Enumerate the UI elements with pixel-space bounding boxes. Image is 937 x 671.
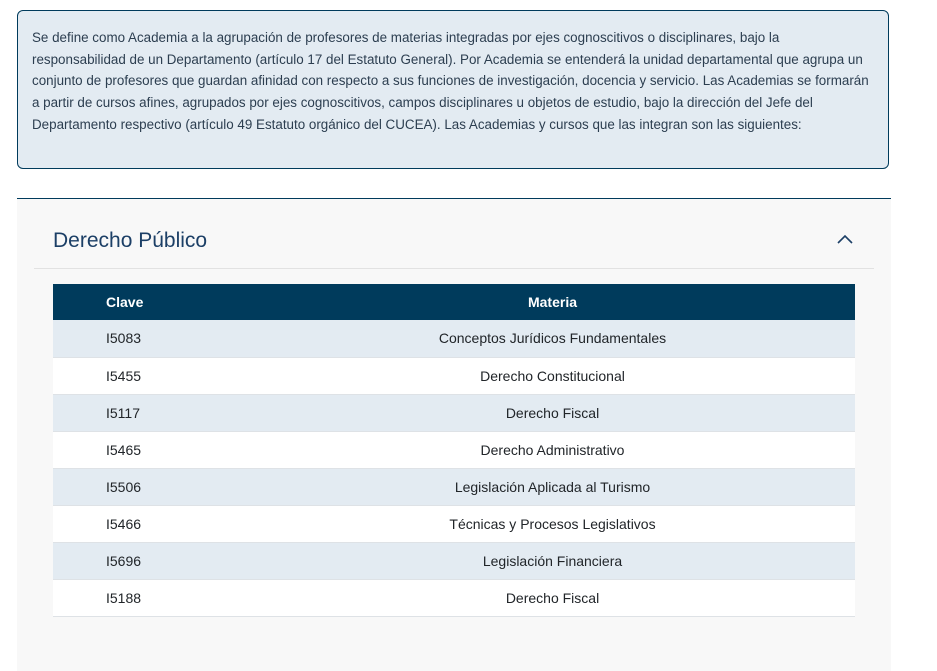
table-row: I5455 Derecho Constitucional bbox=[53, 357, 855, 394]
column-header-materia: Materia bbox=[527, 294, 578, 310]
cell-materia: Conceptos Jurídicos Fundamentales bbox=[438, 330, 667, 347]
accordion-title: Derecho Público bbox=[53, 229, 208, 252]
cell-clave: I5466 bbox=[106, 515, 142, 532]
cell-clave: I5188 bbox=[106, 589, 142, 606]
table-row: I5465 Derecho Administrativo bbox=[53, 431, 855, 468]
table-row: I5117 Derecho Fiscal bbox=[53, 394, 855, 431]
table-row: I5696 Legislación Financiera bbox=[53, 542, 855, 579]
table-row: I5083 Conceptos Jurídicos Fundamentales bbox=[53, 320, 855, 357]
intro-text-box: Se define como Academia a la agrupación … bbox=[17, 10, 889, 169]
chevron-up-icon[interactable] bbox=[837, 233, 853, 245]
cell-clave: I5506 bbox=[106, 478, 142, 495]
table-row: I5466 Técnicas y Procesos Legislativos bbox=[53, 505, 855, 542]
intro-text: Se define como Academia a la agrupación … bbox=[32, 30, 869, 132]
accordion-header[interactable]: Derecho Público bbox=[34, 199, 874, 269]
cell-clave: I5117 bbox=[106, 404, 140, 421]
cell-materia: Derecho Constitucional bbox=[480, 367, 625, 384]
cell-materia: Derecho Fiscal bbox=[505, 404, 600, 421]
cell-materia: Derecho Administrativo bbox=[480, 441, 625, 458]
table-row: I5506 Legislación Aplicada al Turismo bbox=[53, 468, 855, 505]
cell-materia: Legislación Financiera bbox=[482, 552, 623, 569]
column-header-clave: Clave bbox=[106, 294, 144, 310]
courses-table-wrapper: Clave Materia I5083 Conceptos Jurídicos … bbox=[53, 284, 855, 617]
courses-table: Clave Materia I5083 Conceptos Jurídicos … bbox=[53, 284, 855, 617]
cell-clave: I5465 bbox=[106, 441, 142, 458]
cell-materia: Legislación Aplicada al Turismo bbox=[454, 478, 651, 495]
accordion-derecho-publico: Derecho Público Clave Materia I5083 Conc… bbox=[17, 198, 891, 671]
cell-clave: I5455 bbox=[106, 367, 142, 384]
cell-clave: I5083 bbox=[106, 330, 142, 347]
table-row: I5188 Derecho Fiscal bbox=[53, 579, 855, 616]
cell-materia: Derecho Fiscal bbox=[505, 589, 600, 606]
cell-materia: Técnicas y Procesos Legislativos bbox=[449, 515, 656, 532]
table-header-row: Clave Materia bbox=[53, 284, 855, 320]
cell-clave: I5696 bbox=[106, 552, 142, 569]
